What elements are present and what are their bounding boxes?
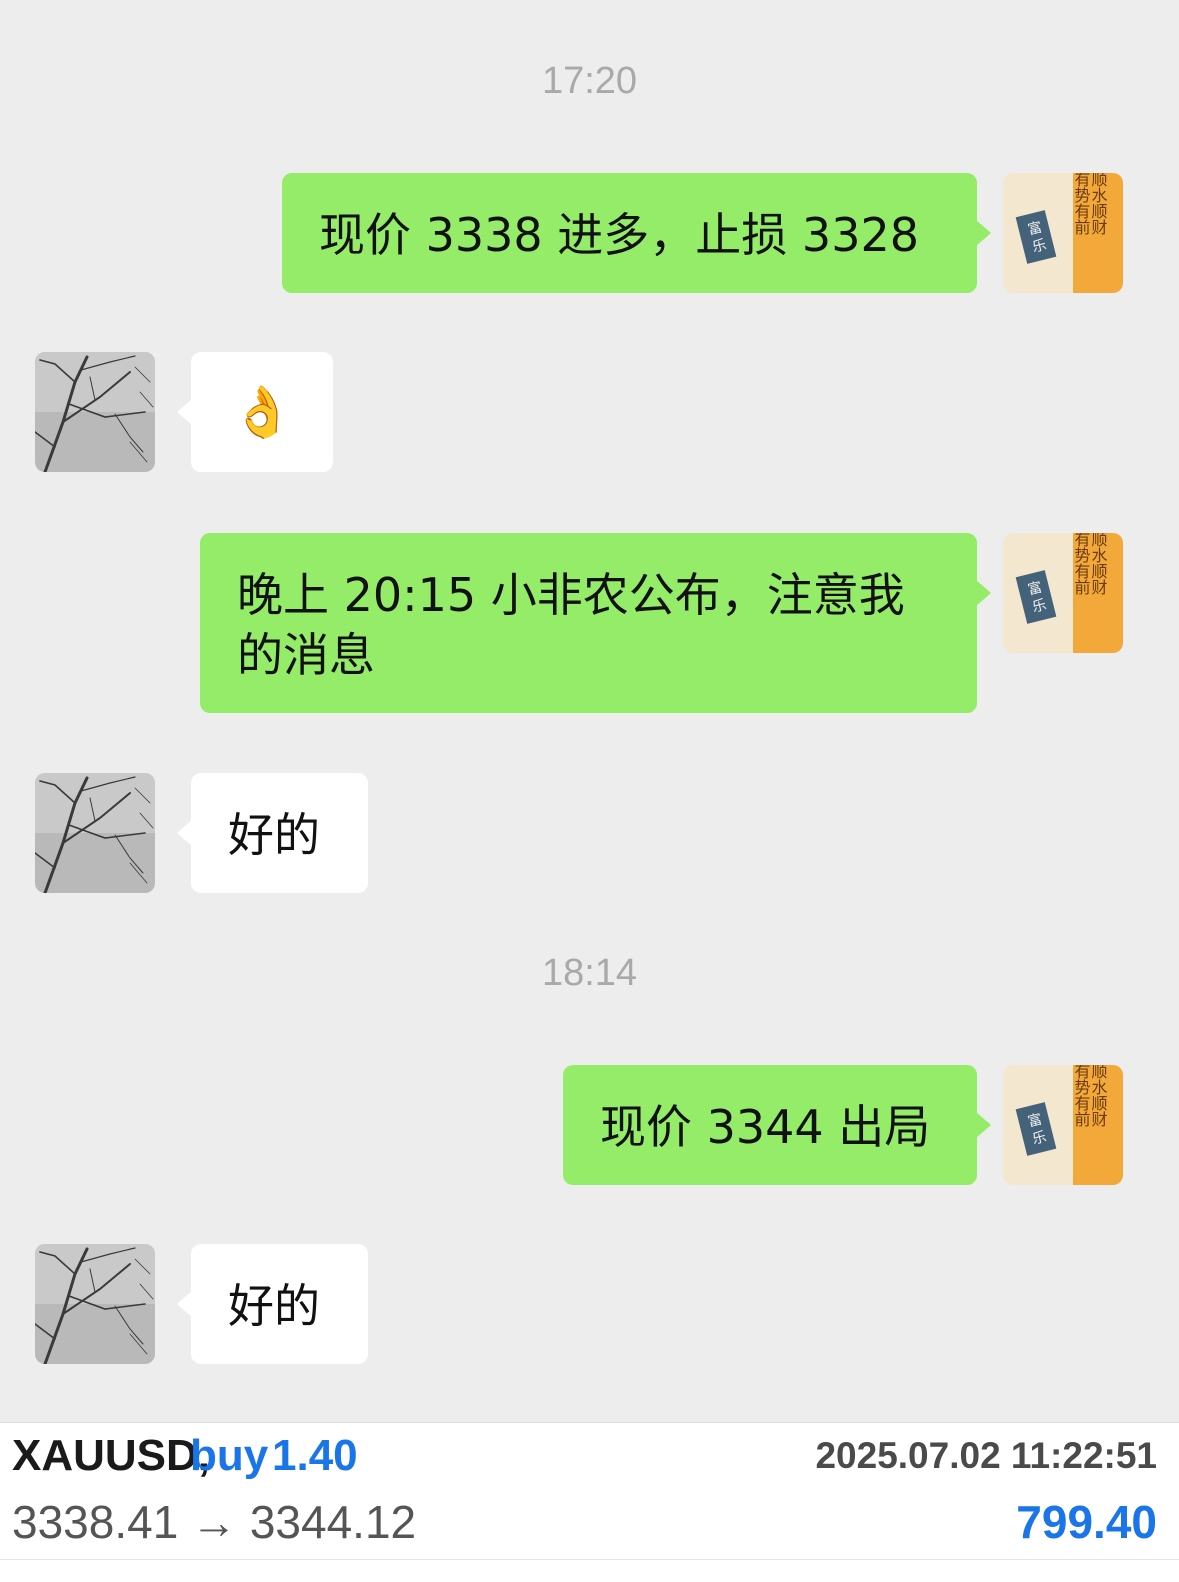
trade-volume: 1.40 <box>272 1431 358 1480</box>
svg-text:顺风顺水顺财: 顺风顺水顺财 <box>1089 1065 1108 1128</box>
divider <box>0 1559 1179 1560</box>
message-bubble[interactable]: 现价 3338 进多，止损 3328 <box>282 173 991 293</box>
message-bubble[interactable]: 👌 <box>177 352 333 472</box>
timestamp: 18:14 <box>541 952 638 994</box>
trade-side: buy <box>190 1431 269 1480</box>
svg-text:有钱有势有前: 有钱有势有前 <box>1072 533 1091 596</box>
trade-prices: 3338.41 → 3344.12 <box>12 1496 417 1548</box>
message-text: 现价 3338 进多，止损 3328 <box>319 208 919 262</box>
calligraphy-avatar-icon: 顺风顺水顺财 有钱有势有前 富 乐 <box>1003 173 1123 293</box>
message-text-line: 晚上 20:15 小非农公布，注意我 <box>237 568 905 622</box>
avatar-self[interactable]: 顺风顺水顺财 有钱有势有前 富 乐 <box>1003 1065 1123 1185</box>
avatar-contact[interactable] <box>35 352 155 472</box>
message-text: 好的 <box>228 1279 320 1333</box>
message-bubble[interactable]: 好的 <box>177 773 368 893</box>
timestamp: 17:20 <box>541 60 638 102</box>
avatar-contact[interactable] <box>35 773 155 893</box>
svg-text:有钱有势有前: 有钱有势有前 <box>1072 173 1091 236</box>
message-bubble[interactable]: 现价 3344 出局 <box>563 1065 991 1185</box>
message-text: 好的 <box>228 808 320 862</box>
message-text-line: 的消息 <box>237 628 375 682</box>
avatar-contact[interactable] <box>35 1244 155 1364</box>
tree-avatar-icon <box>35 773 155 893</box>
calligraphy-avatar-icon: 顺风顺水顺财 有钱有势有前 富 乐 <box>1003 1065 1123 1185</box>
message-bubble[interactable]: 好的 <box>177 1244 368 1364</box>
message-bubble[interactable]: 晚上 20:15 小非农公布，注意我 的消息 <box>200 533 991 713</box>
avatar-self[interactable]: 顺风顺水顺财 有钱有势有前 富 乐 <box>1003 533 1123 653</box>
trade-datetime: 2025.07.02 11:22:51 <box>815 1435 1157 1476</box>
trade-symbol: XAUUSD, <box>12 1431 211 1480</box>
message-text: 现价 3344 出局 <box>600 1100 931 1154</box>
trade-profit: 799.40 <box>1016 1496 1157 1548</box>
svg-text:顺风顺水顺财: 顺风顺水顺财 <box>1089 173 1108 236</box>
calligraphy-avatar-icon: 顺风顺水顺财 有钱有势有前 富 乐 <box>1003 533 1123 653</box>
avatar-self[interactable]: 顺风顺水顺财 有钱有势有前 富 乐 <box>1003 173 1123 293</box>
svg-text:有钱有势有前: 有钱有势有前 <box>1072 1065 1091 1128</box>
trade-record[interactable]: XAUUSD, buy 1.40 2025.07.02 11:22:51 333… <box>0 1422 1179 1582</box>
chat-area[interactable]: 17:20 现价 3338 进多，止损 3328 顺风顺水顺财 有钱有势有前 富… <box>0 0 1179 1430</box>
svg-text:顺风顺水顺财: 顺风顺水顺财 <box>1089 533 1108 596</box>
ok-hand-emoji: 👌 <box>231 383 294 441</box>
tree-avatar-icon <box>35 1244 155 1364</box>
tree-avatar-icon <box>35 352 155 472</box>
